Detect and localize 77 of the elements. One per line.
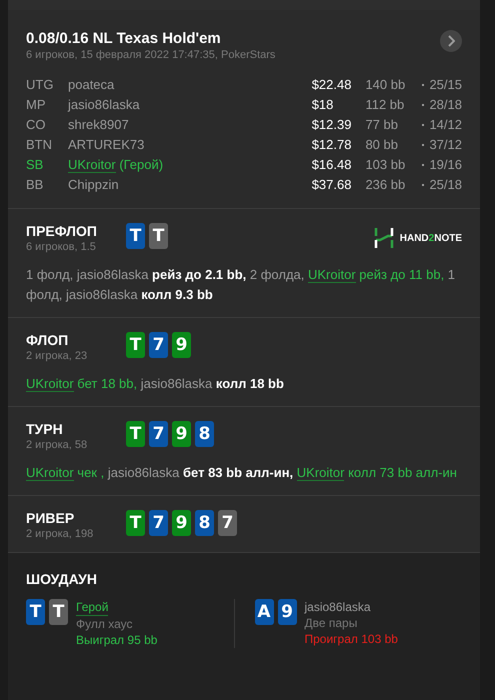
logo-icon [374, 227, 394, 249]
player-position: CO [26, 116, 46, 134]
player-position: BTN [26, 136, 53, 154]
stack-bb: 112 bb [365, 96, 406, 114]
playing-card: 9 [172, 421, 191, 447]
stack-bb: 140 bb [365, 76, 406, 94]
playing-card: 7 [149, 421, 168, 447]
next-button[interactable] [440, 30, 462, 52]
player-link[interactable]: UKroitor [308, 267, 356, 283]
player-link[interactable]: UKroitor [26, 465, 74, 481]
playing-card: T [126, 332, 145, 358]
stack-amount: $18 [312, 96, 334, 114]
logo-text: HAND2NOTE [400, 232, 462, 244]
playing-card: 9 [278, 599, 296, 625]
stack-amount: $37.68 [312, 176, 352, 194]
player-stats: 19/16 [429, 156, 462, 174]
playing-card: 7 [218, 510, 237, 536]
playing-card: T [26, 599, 45, 625]
chevron-right-icon [447, 35, 455, 47]
playing-card: 8 [195, 421, 214, 447]
player-name[interactable]: Герой [76, 599, 108, 616]
result-text: Выиграл 95 bb [76, 632, 158, 648]
playing-card: T [126, 421, 145, 447]
hand-rank: Фулл хаус [76, 616, 132, 632]
playing-card: A [254, 599, 274, 625]
playing-card: 7 [149, 510, 168, 536]
street-title: РИВЕР [26, 510, 76, 526]
street-title: ПРЕФЛОП [26, 223, 98, 239]
hero-tag: (Герой) [119, 157, 164, 172]
player-position: BB [26, 176, 44, 194]
player-link[interactable]: UKroitor [26, 376, 74, 392]
player-stats: 28/18 [429, 96, 462, 114]
player-name: Chippzin [68, 177, 119, 192]
player-name: jasio86laska [68, 97, 140, 112]
player-stats: 25/15 [429, 76, 462, 94]
stack-amount: $22.48 [312, 76, 352, 94]
stack-amount: $12.39 [312, 116, 352, 134]
player-position: SB [26, 156, 44, 174]
player-stats: 37/12 [429, 136, 462, 154]
showdown-title: ШОУДАУН [26, 571, 98, 587]
player-name: poateca [68, 77, 114, 92]
playing-card: 9 [172, 510, 191, 536]
street-title: ФЛОП [26, 332, 70, 348]
street-title: ТУРН [26, 421, 64, 437]
action-summary: 1 фолд, jasio86laska рейз до 2.1 bb, 2 фолда, UKroitor рейз до 11 bb, 1 фолд, jasio86laska колл 9.3 bb [26, 266, 456, 304]
stack-bb: 103 bb [365, 156, 406, 174]
playing-card: 7 [149, 332, 168, 358]
action-summary: UKroitor бет 18 bb, jasio86laska колл 18 bb [26, 375, 285, 394]
playing-card: T [149, 223, 168, 249]
stack-bb: 236 bb [365, 176, 406, 194]
player-stats: 14/12 [429, 116, 462, 134]
playing-card: T [126, 223, 145, 249]
player-name: ARTUREK73 [68, 137, 144, 152]
stack-amount: $16.48 [312, 156, 352, 174]
street-subtitle: 2 игрока, 198 [26, 528, 94, 540]
result-text: Проиграл 103 bb [304, 631, 398, 647]
playing-card: 8 [195, 510, 214, 536]
hand-rank: Две пары [304, 615, 358, 631]
hand-subtitle: 6 игроков, 15 февраля 2022 17:47:35, PokerStars [26, 49, 276, 61]
player-stats: 25/18 [429, 176, 462, 194]
hand-title: 0.08/0.16 NL Texas Hold'em [26, 30, 222, 47]
stack-bb: 80 bb [365, 136, 399, 154]
stack-amount: $12.78 [312, 136, 352, 154]
player-name: shrek8907 [68, 117, 129, 132]
player-link[interactable]: UKroitor [296, 465, 344, 481]
action-summary: UKroitor чек , jasio86laska бет 83 bb алл-ин, UKroitor колл 73 bb алл-ин [26, 464, 458, 483]
player-name[interactable]: UKroitor [68, 157, 116, 173]
playing-card: T [49, 599, 68, 625]
player-name: jasio86laska [304, 599, 371, 615]
street-subtitle: 2 игрока, 58 [26, 439, 88, 451]
player-position: UTG [26, 76, 54, 94]
player-position: MP [26, 96, 46, 114]
street-subtitle: 6 игроков, 1.5 [26, 241, 97, 253]
playing-card: 9 [172, 332, 191, 358]
playing-card: T [126, 510, 145, 536]
stack-bb: 77 bb [365, 116, 399, 134]
street-subtitle: 2 игрока, 23 [26, 350, 88, 362]
